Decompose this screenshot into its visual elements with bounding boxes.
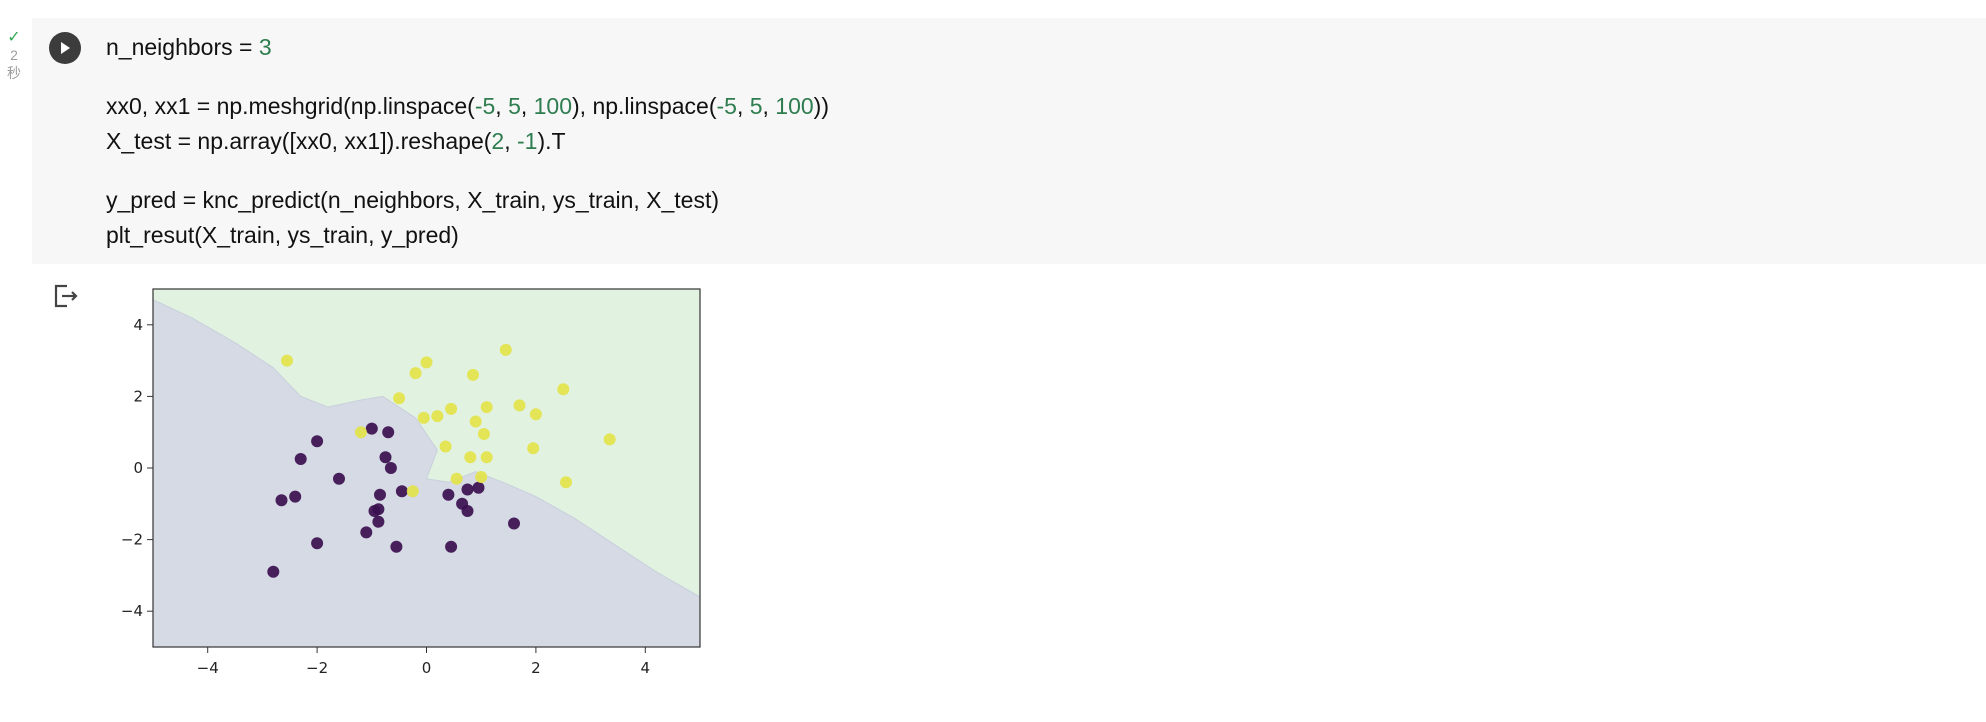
data-point-class-1	[557, 383, 570, 396]
data-point-class-1	[393, 392, 406, 405]
data-point-class-1	[477, 428, 490, 440]
data-point-class-0	[333, 472, 345, 485]
data-point-class-1	[417, 411, 430, 424]
data-point-class-1	[406, 485, 419, 498]
data-point-class-0	[472, 481, 485, 494]
code-number: 2	[491, 128, 505, 154]
data-point-class-0	[384, 462, 397, 474]
execution-duration-value: 2	[10, 47, 18, 63]
data-point-class-1	[420, 356, 433, 369]
data-point-class-0	[267, 565, 280, 578]
code-line: X_test = np.array([xx0, xx1]).reshape(2,…	[106, 124, 829, 159]
x-tick-label: 0	[422, 659, 432, 677]
code-line: xx0, xx1 = np.meshgrid(np.linspace(-5, 5…	[106, 89, 829, 124]
data-point-class-1	[603, 433, 616, 446]
data-point-class-1	[439, 440, 452, 453]
code-line: y_pred = knc_predict(n_neighbors, X_trai…	[106, 183, 829, 218]
data-point-class-0	[294, 453, 307, 465]
data-point-class-0	[374, 488, 386, 501]
data-point-class-0	[311, 537, 324, 550]
x-tick-label: −4	[197, 659, 219, 677]
decision-boundary-chart: −4 −2 0 2 4 −4 −2 0 2 4	[121, 288, 701, 677]
code-number: 5	[508, 93, 521, 119]
code-text: ))	[813, 93, 829, 119]
play-icon	[61, 42, 70, 54]
data-point-class-0	[311, 435, 324, 448]
data-point-class-0	[382, 426, 395, 439]
data-point-class-0	[461, 483, 474, 496]
code-text: ).T	[537, 128, 566, 154]
data-point-class-0	[360, 526, 373, 539]
data-point-class-0	[275, 494, 288, 507]
x-tick-label: −2	[306, 659, 328, 677]
data-point-class-1	[499, 343, 512, 356]
data-point-class-1	[527, 442, 540, 455]
data-point-class-1	[431, 410, 444, 423]
code-line: n_neighbors = 3	[106, 30, 829, 65]
code-text: n_neighbors =	[106, 34, 259, 60]
data-point-class-0	[445, 540, 458, 553]
data-point-class-1	[450, 472, 463, 485]
data-point-class-1	[480, 401, 493, 414]
code-text: ,	[762, 93, 776, 119]
code-number: 3	[258, 34, 272, 60]
execution-status: ✓ 2 秒	[0, 30, 28, 82]
code-text: ,	[504, 128, 517, 154]
code-number: 5	[749, 93, 763, 119]
data-point-class-0	[508, 517, 520, 530]
x-tick-label: 2	[531, 659, 541, 677]
data-point-class-1	[467, 368, 479, 381]
data-point-class-0	[390, 540, 403, 553]
data-point-class-1	[513, 399, 526, 412]
x-tick-label: 4	[641, 659, 651, 677]
data-point-class-1	[560, 476, 572, 489]
execution-duration-unit: 秒	[7, 65, 21, 81]
code-text: ,	[520, 93, 534, 119]
data-point-class-1	[445, 402, 458, 415]
code-text: ,	[495, 93, 509, 119]
y-tick-label: 0	[133, 459, 143, 477]
code-text: ,	[736, 93, 750, 119]
data-point-class-0	[365, 422, 378, 435]
data-point-class-1	[480, 451, 493, 464]
data-point-class-0	[395, 485, 408, 498]
data-point-class-0	[289, 490, 302, 503]
code-number: -1	[517, 128, 538, 154]
y-tick-label: −4	[121, 602, 143, 620]
data-point-class-1	[529, 408, 542, 421]
y-tick-label: 2	[133, 387, 143, 405]
data-point-class-1	[409, 367, 422, 380]
data-point-class-0	[372, 515, 385, 528]
data-point-class-0	[442, 488, 455, 501]
data-point-class-1	[464, 451, 477, 464]
code-editor[interactable]: n_neighbors = 3 xx0, xx1 = np.meshgrid(np…	[106, 30, 829, 253]
code-text: ), np.linspace(	[572, 93, 717, 119]
y-tick-label: −2	[121, 531, 143, 549]
code-text: xx0, xx1 = np.meshgrid(np.linspace(	[106, 93, 475, 119]
code-text: X_test = np.array([xx0, xx1]).reshape(	[106, 128, 492, 154]
data-point-class-0	[379, 451, 392, 464]
code-text: y_pred = knc_predict(n_neighbors, X_trai…	[106, 187, 720, 213]
code-number: 100	[533, 93, 573, 119]
data-point-class-0	[372, 503, 385, 516]
code-number: -5	[716, 93, 737, 119]
code-line: plt_resut(X_train, ys_train, y_pred)	[106, 218, 829, 253]
code-text: plt_resut(X_train, ys_train, y_pred)	[106, 222, 459, 248]
output-redirect-icon[interactable]	[52, 283, 80, 309]
data-point-class-1	[475, 471, 488, 483]
data-point-class-1	[469, 415, 482, 428]
data-point-class-0	[461, 505, 474, 517]
code-number: -5	[474, 93, 496, 119]
output-icon-graphic	[54, 284, 78, 308]
check-icon: ✓	[7, 29, 21, 46]
run-cell-button[interactable]	[49, 32, 81, 64]
data-point-class-1	[281, 354, 293, 367]
code-number: 100	[775, 93, 814, 119]
y-tick-label: 4	[133, 316, 143, 334]
data-point-class-1	[354, 426, 367, 439]
